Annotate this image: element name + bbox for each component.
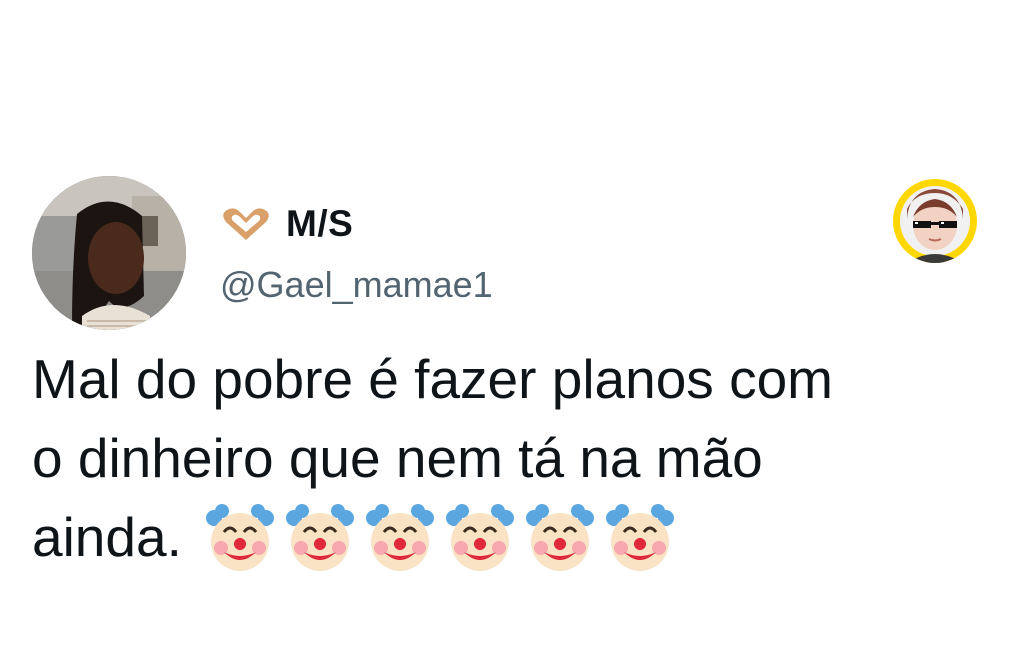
tweet-text-line-1: Mal do pobre é fazer planos com (32, 348, 833, 410)
tweet-card: M/S @Gael_mamae1 Mal do pobre é fazer pl… (0, 0, 1024, 657)
clown-face-icon (365, 503, 434, 571)
clown-face-icon (605, 503, 674, 571)
name-row: M/S (220, 203, 353, 245)
clown-face-icon (285, 503, 354, 571)
heart-hands-icon (223, 208, 269, 240)
emoji-row (204, 502, 676, 574)
display-name[interactable]: M/S (286, 203, 353, 245)
avatar-photo (32, 176, 186, 330)
tweet-text-line-2: o dinheiro que nem tá na mão (32, 427, 763, 489)
tweet-text: Mal do pobre é fazer planos com o dinhei… (32, 340, 992, 577)
tweet-text-line-3-text: ainda. (32, 506, 182, 568)
clown-face-icon (445, 503, 514, 571)
tweet-text-line-3: ainda. (32, 498, 992, 577)
user-handle[interactable]: @Gael_mamae1 (220, 264, 493, 306)
clown-face-icon (525, 503, 594, 571)
user-avatar[interactable] (32, 176, 186, 330)
clown-face-icon (205, 503, 274, 571)
sunglasses-baby-icon[interactable] (893, 179, 977, 263)
